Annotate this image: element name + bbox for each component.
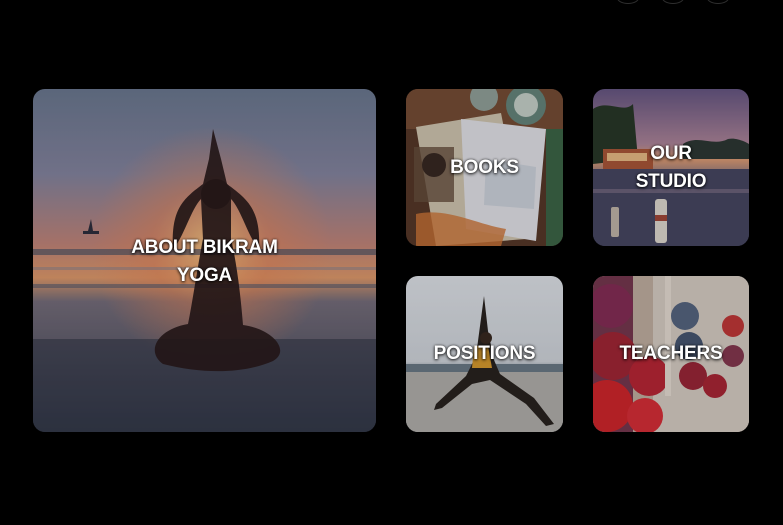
tile-label: ABOUT BIKRAM YOGA bbox=[131, 236, 278, 286]
tile-label: OUR STUDIO bbox=[635, 142, 707, 192]
carousel-dot-icon[interactable] bbox=[662, 0, 684, 4]
tile-books[interactable]: BOOKS bbox=[406, 89, 563, 246]
tile-about-bikram-yoga[interactable]: ABOUT BIKRAM YOGA bbox=[33, 89, 376, 432]
tile-positions[interactable]: POSITIONS bbox=[406, 276, 563, 432]
carousel-dot-icon[interactable] bbox=[617, 0, 639, 4]
tile-our-studio[interactable]: OUR STUDIO bbox=[593, 89, 749, 246]
tile-label: BOOKS bbox=[450, 156, 519, 178]
tile-label: TEACHERS bbox=[619, 343, 723, 364]
carousel-dot-icon[interactable] bbox=[707, 0, 729, 4]
tile-teachers[interactable]: TEACHERS bbox=[593, 276, 749, 432]
tile-label: POSITIONS bbox=[433, 343, 536, 364]
